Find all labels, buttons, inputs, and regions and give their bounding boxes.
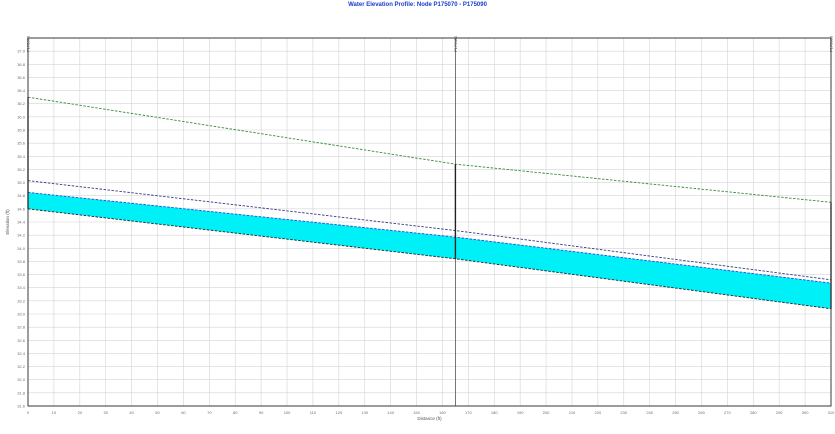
- x-tick-label: 10: [52, 410, 57, 415]
- y-tick-label: 36.2: [17, 101, 26, 106]
- y-tick-label: 31.8: [17, 390, 26, 395]
- y-tick-label: 32.6: [17, 338, 26, 343]
- y-tick-label: 33.4: [17, 285, 26, 290]
- y-tick-label: 33.6: [17, 272, 26, 277]
- water-fill: [28, 192, 831, 309]
- y-tick-label: 35.2: [17, 167, 26, 172]
- x-tick-label: 240: [646, 410, 653, 415]
- series-line-pipe-invert: [27, 208, 832, 310]
- y-tick-label: 32.2: [17, 364, 26, 369]
- y-axis-label: Elevation (ft): [5, 209, 10, 235]
- x-tick-label: 60: [181, 410, 186, 415]
- x-tick-label: 30: [103, 410, 108, 415]
- profile-chart: P175070 P175080 P175090 31.631.832.032.232…: [5, 35, 835, 421]
- x-tick-label: 130: [361, 410, 368, 415]
- y-tick-label: 37.0: [17, 49, 26, 54]
- x-tick-label: 220: [595, 410, 602, 415]
- y-tick-label: 35.6: [17, 141, 26, 146]
- x-tick-label: 310: [828, 410, 835, 415]
- x-tick-label: 230: [620, 410, 627, 415]
- y-tick-label: 34.8: [17, 193, 26, 198]
- y-tick-label: 35.0: [17, 180, 26, 185]
- x-axis-label: Distance (ft): [417, 416, 442, 421]
- y-tick-label: 35.8: [17, 128, 26, 133]
- y-tick-label: 32.8: [17, 325, 26, 330]
- x-tick-label: 70: [207, 410, 212, 415]
- y-tick-label: 36.8: [17, 62, 26, 67]
- x-tick-label: 170: [465, 410, 472, 415]
- y-tick-label: 36.4: [17, 88, 26, 93]
- y-tick-label: 32.0: [17, 377, 26, 382]
- x-tick-label: 50: [155, 410, 160, 415]
- x-tick-labels: 0 10 20 30 40 50 60 70 80 90 100 110 120 130 140 150 160…: [27, 410, 835, 415]
- x-tick-label: 280: [750, 410, 757, 415]
- y-tick-label: 35.4: [17, 154, 26, 159]
- x-tick-label: 180: [491, 410, 498, 415]
- x-tick-label: 20: [78, 410, 83, 415]
- x-tick-label: 290: [776, 410, 783, 415]
- y-tick-label: 34.0: [17, 246, 26, 251]
- x-tick-label: 120: [335, 410, 342, 415]
- x-tick-label: 90: [259, 410, 264, 415]
- y-tick-label: 33.8: [17, 259, 26, 264]
- y-tick-labels: 31.6 31.8 32.0 32.2 32.4 32.6 32.8 33.0 33.2 33.4…: [17, 49, 26, 409]
- x-tick-label: 160: [439, 410, 446, 415]
- series-line-ground: [27, 96, 832, 203]
- x-tick-label: 100: [284, 410, 291, 415]
- x-tick-label: 150: [413, 410, 420, 415]
- y-tick-label: 31.6: [17, 404, 26, 409]
- x-tick-label: 110: [310, 410, 317, 415]
- y-tick-label: 32.4: [17, 351, 26, 356]
- x-tick-label: 80: [233, 410, 238, 415]
- y-tick-label: 34.2: [17, 233, 26, 238]
- x-tick-label: 190: [517, 410, 524, 415]
- x-tick-label: 40: [129, 410, 134, 415]
- x-tick-label: 0: [27, 410, 30, 415]
- x-tick-label: 250: [672, 410, 679, 415]
- x-tick-label: 140: [387, 410, 394, 415]
- x-tick-label: 200: [543, 410, 550, 415]
- water-fill-layer: [28, 192, 831, 309]
- y-tick-label: 33.2: [17, 298, 26, 303]
- x-tick-label: 270: [724, 410, 731, 415]
- y-tick-label: 33.0: [17, 312, 26, 317]
- y-tick-label: 36.0: [17, 114, 26, 119]
- y-tick-label: 36.6: [17, 75, 26, 80]
- x-tick-label: 260: [698, 410, 705, 415]
- y-tick-label: 34.6: [17, 206, 26, 211]
- x-tick-label: 300: [802, 410, 809, 415]
- x-tick-label: 210: [569, 410, 576, 415]
- y-tick-label: 34.4: [17, 220, 26, 225]
